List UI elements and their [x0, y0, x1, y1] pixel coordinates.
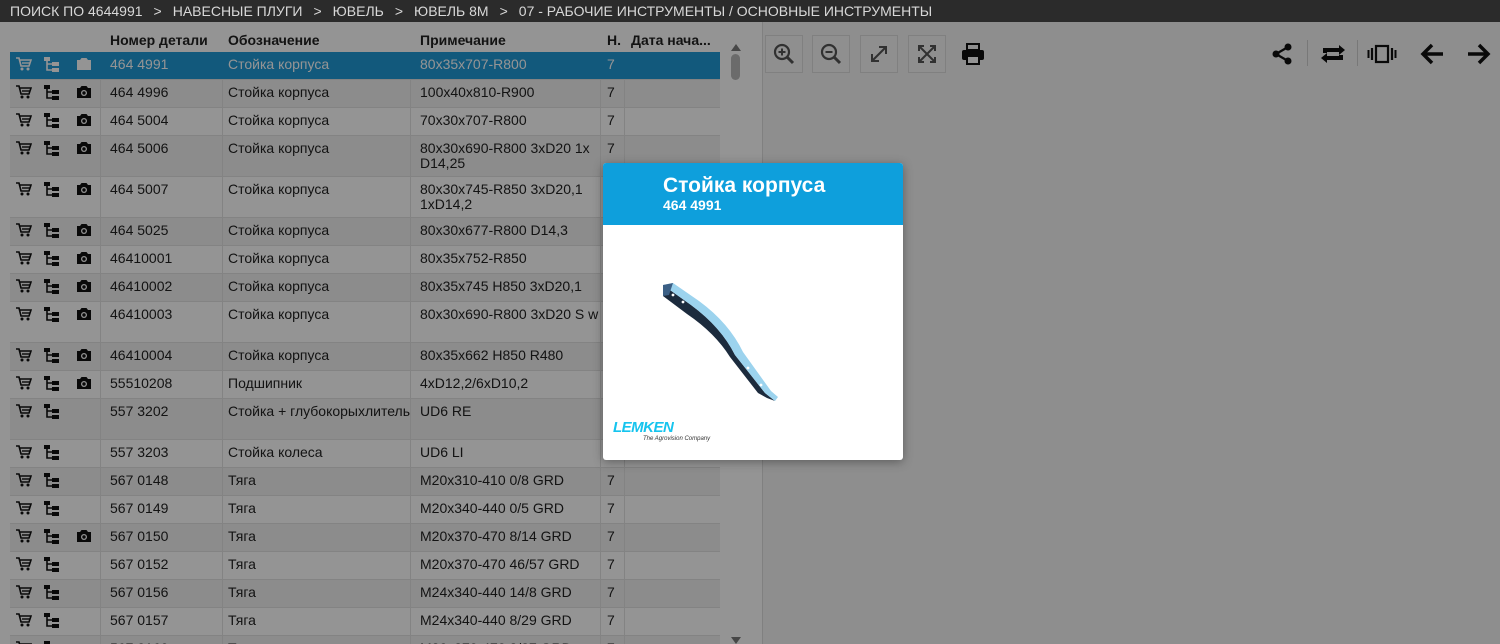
breadcrumb-separator: >: [153, 3, 162, 19]
breadcrumb-item[interactable]: 07 - РАБОЧИЕ ИНСТРУМЕНТЫ / ОСНОВНЫЕ ИНСТ…: [519, 3, 932, 19]
breadcrumb-separator: >: [313, 3, 322, 19]
brand-tagline: The Agrovision Company: [643, 436, 711, 442]
part-preview-popup[interactable]: Стойка корпуса 464 4991 LEMKEN The Agrov…: [603, 163, 903, 460]
breadcrumb-item[interactable]: НАВЕСНЫЕ ПЛУГИ: [173, 3, 303, 19]
popup-image-area: LEMKEN The Agrovision Company: [603, 225, 903, 460]
lemken-logo: LEMKEN The Agrovision Company: [613, 419, 711, 443]
breadcrumb-item[interactable]: ЮВЕЛЬ 8М: [414, 3, 489, 19]
popup-header: Стойка корпуса 464 4991: [603, 163, 903, 225]
breadcrumb: ПОИСК ПО 4644991 > НАВЕСНЫЕ ПЛУГИ > ЮВЕЛЬ > ЮВ…: [0, 0, 1500, 22]
breadcrumb-separator: >: [499, 3, 508, 19]
popup-part-number: 464 4991: [663, 197, 722, 213]
breadcrumb-item[interactable]: ЮВЕЛЬ: [333, 3, 384, 19]
brand-name: LEMKEN: [613, 419, 674, 436]
breadcrumb-separator: >: [394, 3, 404, 19]
breadcrumb-item[interactable]: ПОИСК ПО 4644991: [10, 3, 143, 19]
popup-title: Стойка корпуса: [663, 174, 826, 197]
